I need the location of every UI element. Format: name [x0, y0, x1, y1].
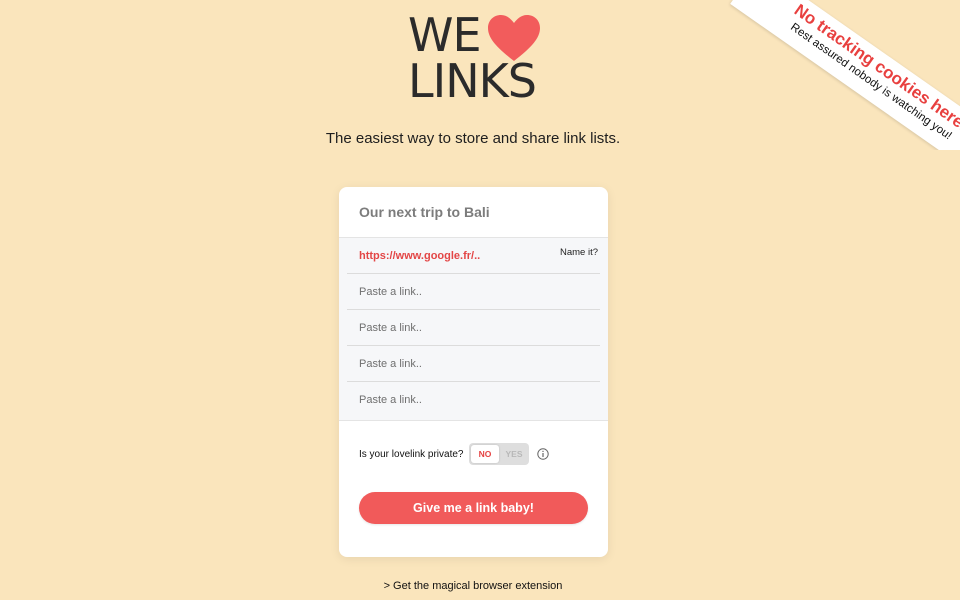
- logo: WE LINKS: [408, 12, 548, 104]
- logo-text-we: WE: [408, 8, 482, 62]
- link-row: [347, 346, 600, 382]
- ribbon-banner: No tracking cookies here. Rest assured n…: [730, 0, 960, 150]
- link-row: [347, 382, 600, 418]
- list-title[interactable]: Our next trip to Bali: [359, 204, 490, 220]
- ribbon-subtitle: Rest assured nobody is watching you!: [788, 21, 954, 143]
- link-input[interactable]: [347, 382, 537, 417]
- link-row: [347, 274, 600, 310]
- name-it-button[interactable]: Name it?: [558, 247, 600, 258]
- private-setting: Is your lovelink private? NO YES: [359, 443, 589, 467]
- link-input[interactable]: [347, 310, 537, 345]
- link-row: [347, 310, 600, 346]
- links-list: Name it?: [339, 237, 608, 421]
- logo-text-links: LINKS: [408, 54, 537, 108]
- link-input[interactable]: [347, 346, 537, 381]
- link-input[interactable]: [347, 238, 537, 273]
- link-row: Name it?: [347, 238, 600, 274]
- submit-button[interactable]: Give me a link baby!: [359, 492, 588, 524]
- private-toggle[interactable]: NO YES: [469, 443, 529, 465]
- corner-ribbon: No tracking cookies here. Rest assured n…: [695, 0, 960, 150]
- toggle-option-yes[interactable]: YES: [501, 445, 527, 463]
- link-list-card: Our next trip to Bali Name it? Is your l…: [339, 187, 608, 557]
- browser-extension-link[interactable]: > Get the magical browser extension: [0, 580, 946, 592]
- link-input[interactable]: [347, 274, 537, 309]
- info-icon[interactable]: [537, 448, 549, 460]
- private-label: Is your lovelink private?: [359, 449, 464, 460]
- toggle-option-no[interactable]: NO: [471, 445, 499, 463]
